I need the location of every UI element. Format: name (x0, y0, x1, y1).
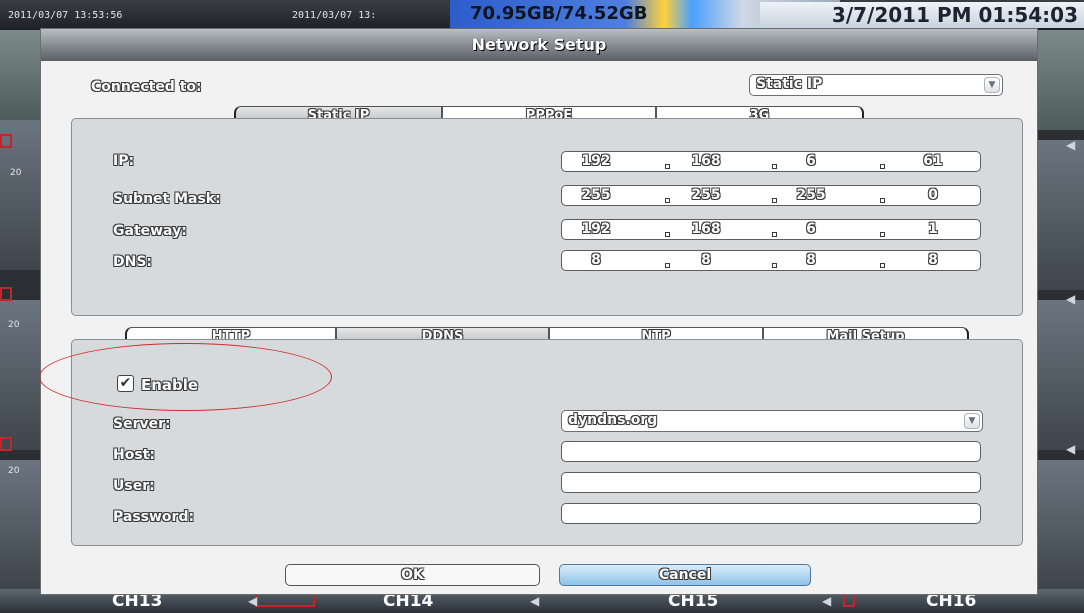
camera-icon (843, 593, 855, 607)
timestamp-mid: 2011/03/07 13: (292, 10, 377, 21)
camera-icon (0, 287, 12, 301)
speaker-icon[interactable]: ◀ (530, 594, 544, 608)
octet-separator (772, 257, 778, 268)
camera-icon (255, 593, 315, 607)
speaker-icon[interactable]: ◀ (1066, 138, 1080, 152)
octet-separator (665, 158, 671, 169)
speaker-icon[interactable]: ◀ (1066, 442, 1080, 456)
ip-address-field[interactable]: 192 168 6 61 (561, 151, 981, 172)
octet-separator (665, 257, 671, 268)
camera-tile[interactable] (1038, 300, 1084, 450)
static-ip-panel (71, 118, 1023, 316)
speaker-icon[interactable]: ◀ (822, 594, 836, 608)
user-label: User: (113, 478, 155, 494)
octet-separator (772, 158, 778, 169)
tile-number: 20 (8, 320, 20, 330)
disk-usage-text: 70.95GB/74.52GB (470, 3, 648, 24)
dialog-title: Network Setup (41, 29, 1037, 61)
gateway-field[interactable]: 192 168 6 1 (561, 219, 981, 240)
tile-number: 20 (8, 466, 20, 476)
octet-separator (880, 257, 886, 268)
cancel-button[interactable]: Cancel (559, 564, 811, 586)
camera-icon (0, 437, 12, 451)
subnet-mask-field[interactable]: 255 255 255 0 (561, 185, 981, 206)
connected-to-label: Connected to: (91, 79, 202, 95)
ip-octet[interactable]: 192 (570, 221, 622, 237)
octet-separator (880, 158, 886, 169)
password-input[interactable] (561, 503, 981, 524)
ip-octet[interactable]: 255 (680, 187, 732, 203)
camera-tile[interactable] (1038, 460, 1084, 589)
connected-to-select[interactable]: Static IP ▼ (749, 74, 1003, 96)
ip-octet[interactable]: 8 (570, 252, 622, 268)
camera-icon (0, 134, 12, 148)
ip-octet[interactable]: 168 (680, 153, 732, 169)
gateway-label: Gateway: (113, 223, 187, 239)
speaker-icon[interactable]: ◀ (1066, 292, 1080, 306)
camera-tile[interactable] (0, 30, 40, 120)
ip-octet[interactable]: 255 (570, 187, 622, 203)
server-select[interactable]: dyndns.org ▼ (561, 410, 983, 432)
host-label: Host: (113, 447, 155, 463)
server-value: dyndns.org (568, 412, 658, 428)
ip-label: IP: (113, 153, 135, 169)
chevron-down-icon[interactable]: ▼ (984, 77, 1000, 93)
ip-octet[interactable]: 61 (907, 153, 959, 169)
camera-tile[interactable] (0, 300, 40, 450)
ip-octet[interactable]: 192 (570, 153, 622, 169)
clock: 3/7/2011 PM 01:54:03 (760, 2, 1084, 28)
octet-separator (880, 192, 886, 203)
ip-octet[interactable]: 0 (907, 187, 959, 203)
enable-checkbox[interactable]: ✔ (117, 375, 134, 392)
connected-to-value: Static IP (756, 76, 823, 92)
ip-octet[interactable]: 255 (785, 187, 837, 203)
camera-tile[interactable] (0, 460, 40, 589)
password-label: Password: (113, 509, 195, 525)
server-label: Server: (113, 416, 171, 432)
octet-separator (772, 192, 778, 203)
speaker-icon[interactable]: ◀ (248, 594, 262, 608)
enable-label: Enable (141, 376, 199, 394)
ip-octet[interactable]: 168 (680, 221, 732, 237)
camera-tile[interactable] (1038, 140, 1084, 290)
octet-separator (665, 226, 671, 237)
checkmark-icon: ✔ (119, 375, 132, 391)
octet-separator (880, 226, 886, 237)
timestamp-left: 2011/03/07 13:53:56 (8, 10, 123, 21)
subnet-mask-label: Subnet Mask: (113, 191, 221, 207)
user-input[interactable] (561, 472, 981, 493)
dns-field[interactable]: 8 8 8 8 (561, 250, 981, 271)
camera-tile[interactable] (1038, 30, 1084, 130)
network-setup-dialog: Network Setup Connected to: Static IP ▼ … (40, 28, 1038, 595)
ip-octet[interactable]: 1 (907, 221, 959, 237)
ip-octet[interactable]: 6 (785, 153, 837, 169)
ip-octet[interactable]: 8 (785, 252, 837, 268)
dns-label: DNS: (113, 254, 153, 270)
chevron-down-icon[interactable]: ▼ (964, 413, 980, 429)
octet-separator (665, 192, 671, 203)
tile-number: 20 (10, 168, 22, 178)
host-input[interactable] (561, 441, 981, 462)
octet-separator (772, 226, 778, 237)
ip-octet[interactable]: 8 (680, 252, 732, 268)
ip-octet[interactable]: 6 (785, 221, 837, 237)
ip-octet[interactable]: 8 (907, 252, 959, 268)
ok-button[interactable]: OK (285, 564, 540, 586)
